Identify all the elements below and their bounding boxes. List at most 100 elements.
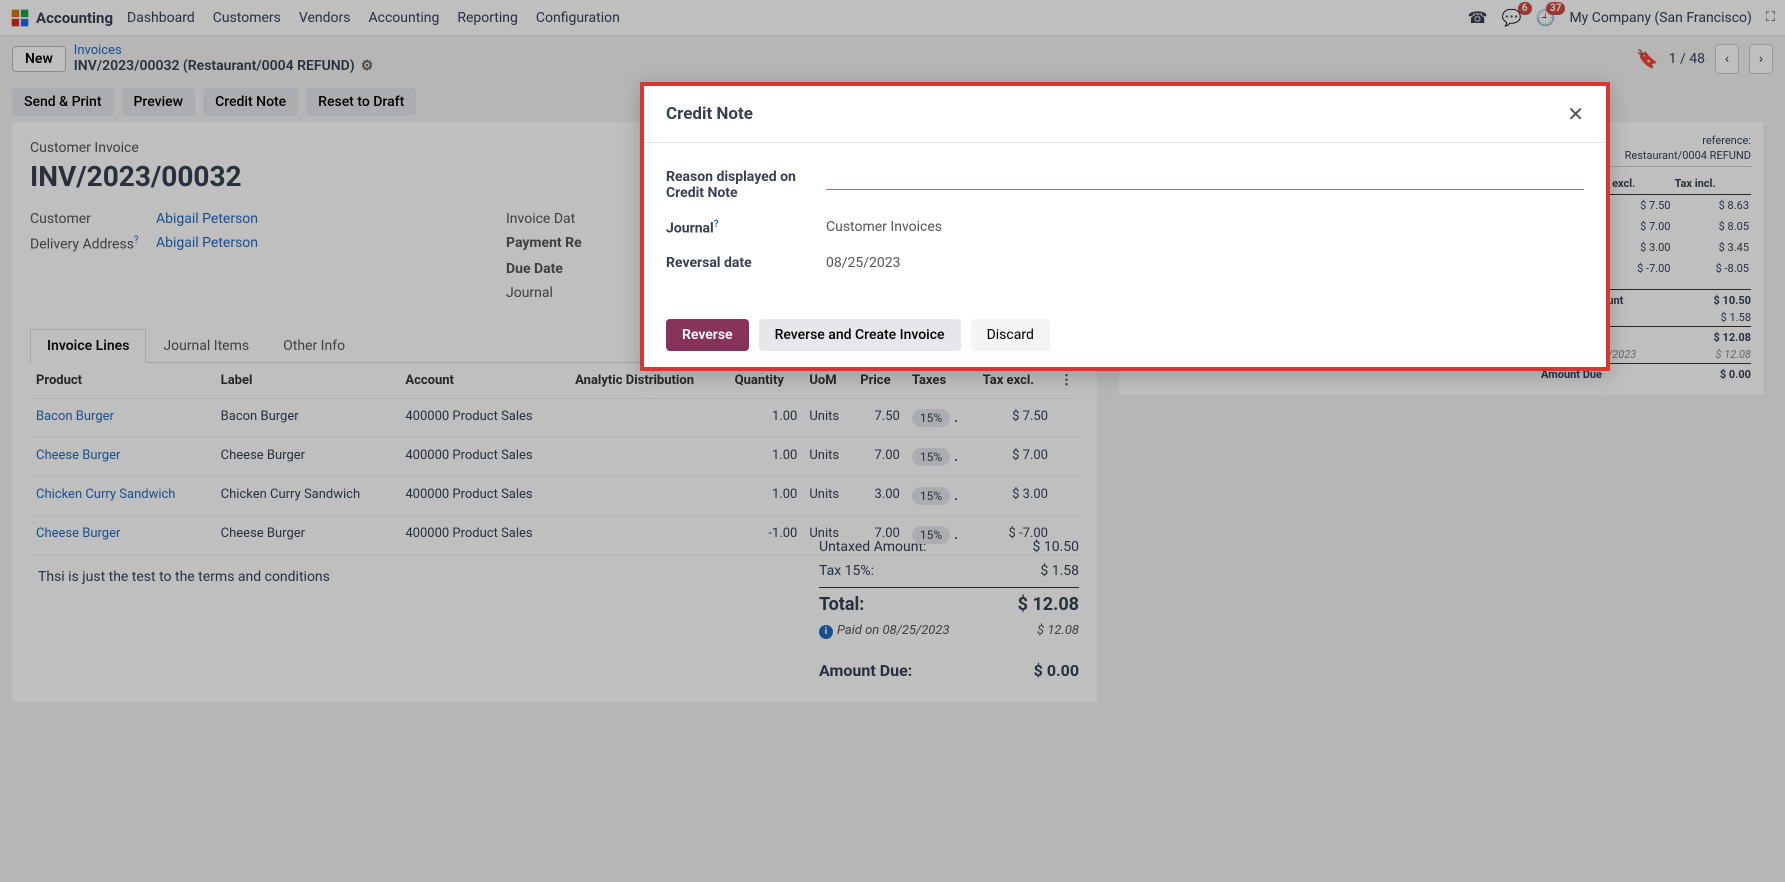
company-selector[interactable]: My Company (San Francisco) bbox=[1569, 10, 1751, 26]
help-icon[interactable]: ? bbox=[134, 235, 139, 246]
activities-icon[interactable]: 🕘37 bbox=[1536, 8, 1556, 27]
totals: Untaxed Amount:$ 10.50 Tax 15%:$ 1.58 To… bbox=[819, 535, 1079, 684]
psum-due: $ 0.00 bbox=[1720, 368, 1751, 381]
app-icon[interactable] bbox=[10, 8, 30, 28]
pager-text: 1 / 48 bbox=[1669, 51, 1705, 67]
customer-label: Customer bbox=[30, 211, 146, 227]
reversal-date-value[interactable]: 08/25/2023 bbox=[826, 251, 1584, 271]
col-label: Label bbox=[215, 363, 400, 399]
preview-ref2: Restaurant/0004 REFUND bbox=[1625, 149, 1751, 162]
untaxed-label: Untaxed Amount: bbox=[819, 539, 926, 555]
menu-reporting[interactable]: Reporting bbox=[457, 10, 518, 26]
line-price: 7.00 bbox=[854, 437, 906, 476]
due-value: $ 0.00 bbox=[1034, 661, 1079, 680]
breadcrumb-parent[interactable]: Invoices bbox=[74, 43, 373, 59]
reset-draft-button[interactable]: Reset to Draft bbox=[306, 88, 416, 116]
menu-accounting[interactable]: Accounting bbox=[369, 10, 440, 26]
line-analytic bbox=[569, 515, 728, 554]
line-uom: Units bbox=[803, 437, 854, 476]
line-price: 7.50 bbox=[854, 398, 906, 437]
line-product[interactable]: Cheese Burger bbox=[30, 437, 215, 476]
breadcrumb-row: New Invoices INV/2023/00032 (Restaurant/… bbox=[0, 36, 1785, 82]
reason-label: Reason displayed on Credit Note bbox=[666, 165, 826, 201]
menu-vendors[interactable]: Vendors bbox=[299, 10, 351, 26]
table-row[interactable]: Cheese Burger Cheese Burger 400000 Produ… bbox=[30, 437, 1079, 476]
line-account: 400000 Product Sales bbox=[399, 437, 569, 476]
bookmark-icon[interactable]: 🔖 bbox=[1636, 49, 1658, 70]
line-tax: 15%. bbox=[906, 476, 977, 515]
delivery-value[interactable]: Abigail Peterson bbox=[156, 235, 496, 253]
info-icon[interactable]: i bbox=[819, 625, 833, 639]
payment-ref-label: Payment Re bbox=[506, 235, 626, 253]
line-qty: 1.00 bbox=[729, 437, 804, 476]
table-row[interactable]: Chicken Curry Sandwich Chicken Curry San… bbox=[30, 476, 1079, 515]
pline-incl: $ 8.63 bbox=[1672, 195, 1751, 217]
line-account: 400000 Product Sales bbox=[399, 398, 569, 437]
line-tax: 15%. bbox=[906, 437, 977, 476]
menu-customers[interactable]: Customers bbox=[213, 10, 281, 26]
line-product[interactable]: Cheese Burger bbox=[30, 515, 215, 554]
delivery-label: Delivery Address bbox=[30, 237, 134, 253]
preview-ref-label: reference: bbox=[1702, 134, 1751, 147]
pager-prev[interactable]: ‹ bbox=[1715, 44, 1739, 74]
gear-icon[interactable]: ⚙ bbox=[361, 58, 374, 75]
pline-incl: $ 3.45 bbox=[1672, 237, 1751, 258]
line-price: 3.00 bbox=[854, 476, 906, 515]
reason-input[interactable] bbox=[826, 165, 1584, 190]
line-qty: 1.00 bbox=[729, 398, 804, 437]
pager-next[interactable]: › bbox=[1749, 44, 1773, 74]
due-label: Amount Due: bbox=[819, 661, 912, 680]
menu-dashboard[interactable]: Dashboard bbox=[127, 10, 195, 26]
phone-icon[interactable]: ☎ bbox=[1468, 8, 1488, 27]
preview-button[interactable]: Preview bbox=[122, 88, 196, 116]
terms-text: Thsi is just the test to the terms and c… bbox=[30, 555, 450, 599]
journal-label-modal: Journal bbox=[666, 221, 714, 237]
expand-icon[interactable]: ⛶ bbox=[1766, 10, 1775, 25]
line-product[interactable]: Bacon Burger bbox=[30, 398, 215, 437]
reverse-button[interactable]: Reverse bbox=[666, 319, 749, 351]
new-button[interactable]: New bbox=[12, 46, 66, 72]
invoice-lines-table: Product Label Account Analytic Distribut… bbox=[30, 363, 1079, 555]
psum-paid: $ 12.08 bbox=[1716, 348, 1752, 361]
discard-button[interactable]: Discard bbox=[971, 319, 1050, 351]
credit-note-button[interactable]: Credit Note bbox=[203, 88, 298, 116]
customer-value[interactable]: Abigail Peterson bbox=[156, 211, 496, 227]
table-row[interactable]: Bacon Burger Bacon Burger 400000 Product… bbox=[30, 398, 1079, 437]
menu-configuration[interactable]: Configuration bbox=[536, 10, 620, 26]
send-print-button[interactable]: Send & Print bbox=[12, 88, 114, 116]
journal-label: Journal bbox=[506, 285, 626, 301]
psum-tax: $ 1.58 bbox=[1721, 311, 1751, 324]
tab-invoice-lines[interactable]: Invoice Lines bbox=[30, 329, 146, 363]
help-icon[interactable]: ? bbox=[714, 219, 719, 230]
line-account: 400000 Product Sales bbox=[399, 515, 569, 554]
topbar-menu: Dashboard Customers Vendors Accounting R… bbox=[127, 10, 620, 26]
line-excl: $ 7.00 bbox=[977, 437, 1054, 476]
tab-journal-items[interactable]: Journal Items bbox=[146, 329, 266, 362]
psum-untaxed: $ 10.50 bbox=[1714, 294, 1751, 307]
pcol-incl: Tax incl. bbox=[1672, 173, 1751, 195]
line-uom: Units bbox=[803, 476, 854, 515]
breadcrumb-current: INV/2023/00032 (Restaurant/0004 REFUND) bbox=[74, 58, 355, 75]
paid-label: Paid on 08/25/2023 bbox=[837, 623, 950, 638]
tab-other-info[interactable]: Other Info bbox=[266, 329, 362, 362]
total-label: Total: bbox=[819, 594, 864, 615]
total-value: $ 12.08 bbox=[1018, 594, 1079, 615]
line-excl: $ 3.00 bbox=[977, 476, 1054, 515]
line-product[interactable]: Chicken Curry Sandwich bbox=[30, 476, 215, 515]
col-account: Account bbox=[399, 363, 569, 399]
app-name[interactable]: Accounting bbox=[36, 9, 113, 27]
line-account: 400000 Product Sales bbox=[399, 476, 569, 515]
tax-label: Tax 15%: bbox=[819, 563, 874, 579]
pline-incl: $ 8.05 bbox=[1672, 216, 1751, 237]
modal-title: Credit Note bbox=[666, 104, 753, 124]
line-qty: -1.00 bbox=[729, 515, 804, 554]
invoice-date-label: Invoice Dat bbox=[506, 211, 626, 227]
line-qty: 1.00 bbox=[729, 476, 804, 515]
journal-value[interactable]: Customer Invoices bbox=[826, 215, 1584, 235]
line-label: Bacon Burger bbox=[215, 398, 400, 437]
messages-icon[interactable]: 💬6 bbox=[1502, 8, 1522, 27]
close-icon[interactable]: ✕ bbox=[1567, 102, 1584, 126]
activities-badge: 37 bbox=[1546, 2, 1565, 15]
reversal-date-label: Reversal date bbox=[666, 251, 826, 271]
reverse-create-button[interactable]: Reverse and Create Invoice bbox=[759, 319, 961, 351]
